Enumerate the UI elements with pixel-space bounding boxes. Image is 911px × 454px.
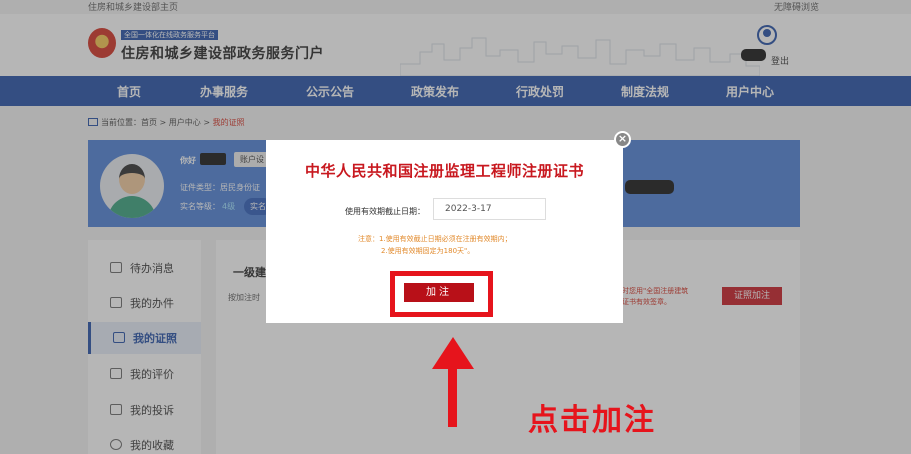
confirm-button-highlight: 加注 [390,271,493,317]
modal-title: 中华人民共和国注册监理工程师注册证书 [304,162,584,180]
annotation-text: 点击加注 [528,403,656,438]
close-icon[interactable]: × [614,131,631,148]
modal-note-line-1: 注意：1.使用有效截止日期必须在注册有效期内； [358,235,512,243]
modal-note-line-2: 2.使用有效期固定为180天"。 [381,247,475,255]
confirm-annotate-button[interactable]: 加注 [404,283,474,302]
expiry-date-label: 使用有效期截止日期： [345,207,425,216]
expiry-date-input[interactable]: 2022-3-17 [433,198,546,220]
arrow-shaft [448,364,457,427]
certificate-modal: 中华人民共和国注册监理工程师注册证书 使用有效期截止日期： 2022-3-17 … [266,140,623,323]
